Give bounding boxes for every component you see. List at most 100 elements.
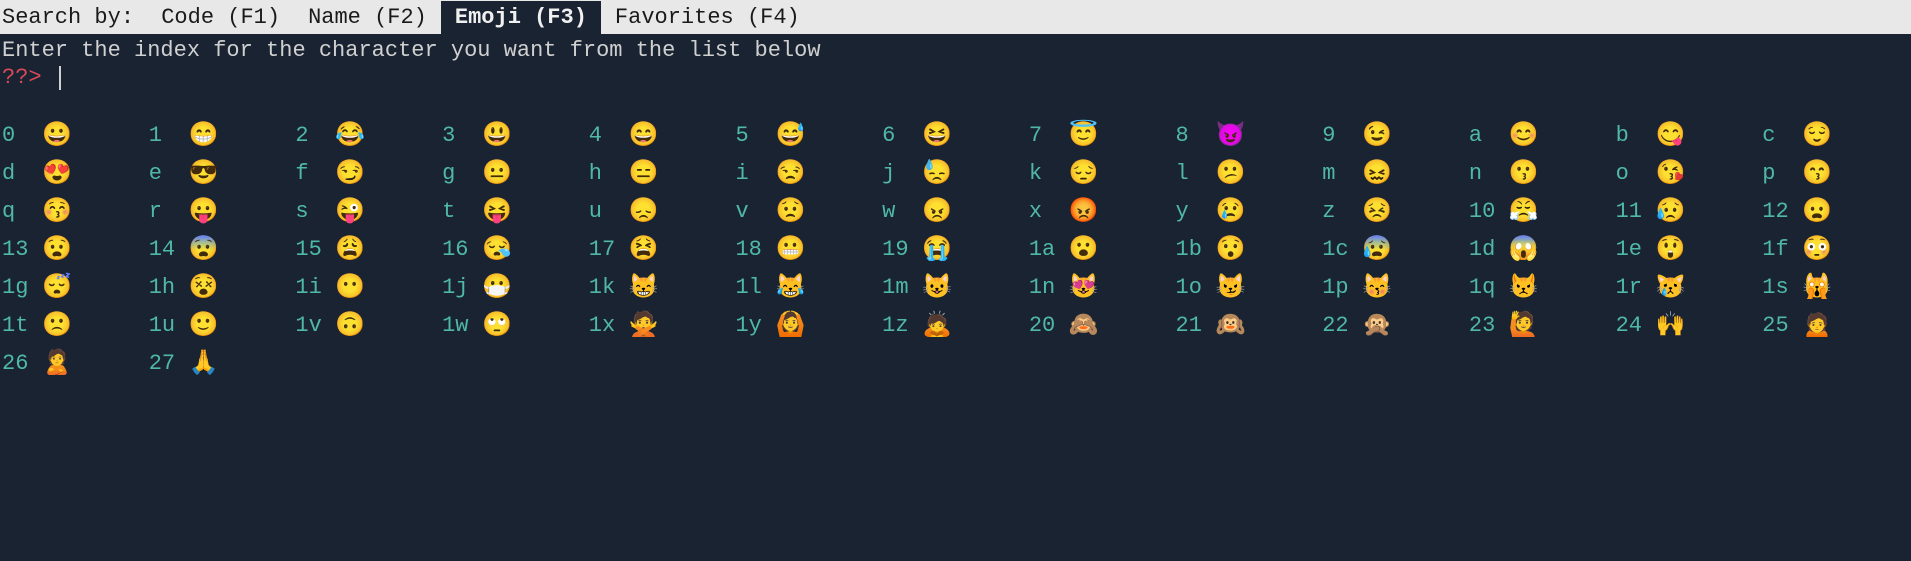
- emoji-cell[interactable]: c 😌: [1762, 120, 1909, 150]
- emoji-cell[interactable]: n 😗: [1469, 158, 1616, 188]
- emoji-cell[interactable]: r 😛: [149, 196, 296, 226]
- emoji-cell[interactable]: 1r😿: [1616, 272, 1763, 302]
- emoji-cell[interactable]: 23🙋: [1469, 310, 1616, 340]
- emoji-cell[interactable]: 1c😰: [1322, 234, 1469, 264]
- emoji-cell[interactable]: 1d😱: [1469, 234, 1616, 264]
- tab-bar: Search by: Code (F1)Name (F2)Emoji (F3)F…: [0, 0, 1911, 34]
- emoji-cell[interactable]: 11😥: [1616, 196, 1763, 226]
- emoji-cell[interactable]: 1t🙁: [2, 310, 149, 340]
- emoji-cell[interactable]: 20🙈: [1029, 310, 1176, 340]
- emoji-cell[interactable]: k 😔: [1029, 158, 1176, 188]
- emoji-cell[interactable]: 19😭: [882, 234, 1029, 264]
- emoji-cell[interactable]: 27🙏: [149, 348, 296, 378]
- emoji-char: 😹: [775, 272, 805, 302]
- emoji-char: 😷: [482, 272, 512, 302]
- search-by-label: Search by:: [0, 1, 147, 34]
- emoji-cell[interactable]: 14😨: [149, 234, 296, 264]
- emoji-cell[interactable]: 5 😅: [735, 120, 882, 150]
- emoji-index: 18: [735, 237, 765, 262]
- emoji-cell[interactable]: 1g😴: [2, 272, 149, 302]
- emoji-cell[interactable]: s 😜: [295, 196, 442, 226]
- emoji-cell[interactable]: z 😣: [1322, 196, 1469, 226]
- emoji-cell[interactable]: i 😒: [735, 158, 882, 188]
- emoji-cell[interactable]: q 😚: [2, 196, 149, 226]
- emoji-cell[interactable]: 1i😶: [295, 272, 442, 302]
- emoji-cell[interactable]: 1v🙃: [295, 310, 442, 340]
- emoji-cell[interactable]: 4 😄: [589, 120, 736, 150]
- emoji-cell[interactable]: x 😡: [1029, 196, 1176, 226]
- tab-favorites[interactable]: Favorites (F4): [601, 1, 814, 34]
- emoji-cell[interactable]: 1y🙆: [735, 310, 882, 340]
- emoji-cell[interactable]: 24🙌: [1616, 310, 1763, 340]
- prompt-line[interactable]: ??>: [0, 65, 1911, 110]
- emoji-cell[interactable]: m 😖: [1322, 158, 1469, 188]
- emoji-char: 😩: [335, 234, 365, 264]
- emoji-char: 😻: [1069, 272, 1099, 302]
- emoji-cell[interactable]: 0 😀: [2, 120, 149, 150]
- emoji-cell[interactable]: 16😪: [442, 234, 589, 264]
- emoji-cell[interactable]: 6 😆: [882, 120, 1029, 150]
- emoji-cell[interactable]: 22🙊: [1322, 310, 1469, 340]
- emoji-cell[interactable]: 1m😺: [882, 272, 1029, 302]
- emoji-cell[interactable]: 1f😳: [1762, 234, 1909, 264]
- emoji-cell[interactable]: 21🙉: [1176, 310, 1323, 340]
- emoji-cell[interactable]: 26🙎: [2, 348, 149, 378]
- emoji-cell[interactable]: y 😢: [1176, 196, 1323, 226]
- emoji-cell[interactable]: f 😏: [295, 158, 442, 188]
- emoji-cell[interactable]: 1h😵: [149, 272, 296, 302]
- emoji-cell[interactable]: h 😑: [589, 158, 736, 188]
- emoji-cell[interactable]: 2 😂: [295, 120, 442, 150]
- emoji-cell[interactable]: 10😤: [1469, 196, 1616, 226]
- emoji-cell[interactable]: 1b😯: [1176, 234, 1323, 264]
- emoji-cell[interactable]: 7 😇: [1029, 120, 1176, 150]
- emoji-cell[interactable]: 1x🙅: [589, 310, 736, 340]
- emoji-cell[interactable]: v 😟: [735, 196, 882, 226]
- emoji-cell[interactable]: 1q😾: [1469, 272, 1616, 302]
- tab-emoji[interactable]: Emoji (F3): [441, 1, 601, 34]
- emoji-cell[interactable]: g 😐: [442, 158, 589, 188]
- emoji-cell[interactable]: b 😋: [1616, 120, 1763, 150]
- emoji-cell[interactable]: 1z🙇: [882, 310, 1029, 340]
- emoji-cell[interactable]: 1 😁: [149, 120, 296, 150]
- emoji-cell[interactable]: e 😎: [149, 158, 296, 188]
- emoji-cell[interactable]: 18😬: [735, 234, 882, 264]
- emoji-cell[interactable]: 17😫: [589, 234, 736, 264]
- emoji-index: i: [735, 161, 765, 186]
- emoji-char: 🙋: [1509, 310, 1539, 340]
- emoji-cell[interactable]: o 😘: [1616, 158, 1763, 188]
- tab-name[interactable]: Name (F2): [294, 1, 441, 34]
- emoji-cell[interactable]: 1u🙂: [149, 310, 296, 340]
- emoji-cell[interactable]: 1o😼: [1176, 272, 1323, 302]
- emoji-char: 😗: [1509, 158, 1539, 188]
- emoji-char: 😿: [1656, 272, 1686, 302]
- emoji-cell[interactable]: 1j😷: [442, 272, 589, 302]
- emoji-cell[interactable]: 1e😲: [1616, 234, 1763, 264]
- emoji-cell[interactable]: 1l😹: [735, 272, 882, 302]
- emoji-cell[interactable]: 13😧: [2, 234, 149, 264]
- emoji-cell[interactable]: 1n😻: [1029, 272, 1176, 302]
- emoji-char: 😜: [335, 196, 365, 226]
- emoji-cell[interactable]: 15😩: [295, 234, 442, 264]
- emoji-cell[interactable]: 1w🙄: [442, 310, 589, 340]
- emoji-cell[interactable]: j 😓: [882, 158, 1029, 188]
- emoji-cell[interactable]: l 😕: [1176, 158, 1323, 188]
- emoji-cell[interactable]: p 😙: [1762, 158, 1909, 188]
- emoji-cell[interactable]: 1s🙀: [1762, 272, 1909, 302]
- emoji-cell[interactable]: u 😞: [589, 196, 736, 226]
- emoji-cell[interactable]: 8 😈: [1176, 120, 1323, 150]
- emoji-cell[interactable]: 1k😸: [589, 272, 736, 302]
- emoji-char: 😑: [629, 158, 659, 188]
- emoji-cell[interactable]: 1a😮: [1029, 234, 1176, 264]
- emoji-index: r: [149, 199, 179, 224]
- emoji-cell[interactable]: 3 😃: [442, 120, 589, 150]
- emoji-cell[interactable]: t 😝: [442, 196, 589, 226]
- emoji-char: 😭: [922, 234, 952, 264]
- tab-code[interactable]: Code (F1): [147, 1, 294, 34]
- emoji-cell[interactable]: 9 😉: [1322, 120, 1469, 150]
- emoji-cell[interactable]: 12😦: [1762, 196, 1909, 226]
- emoji-cell[interactable]: 25🙍: [1762, 310, 1909, 340]
- emoji-cell[interactable]: d 😍: [2, 158, 149, 188]
- emoji-cell[interactable]: a 😊: [1469, 120, 1616, 150]
- emoji-cell[interactable]: 1p😽: [1322, 272, 1469, 302]
- emoji-cell[interactable]: w 😠: [882, 196, 1029, 226]
